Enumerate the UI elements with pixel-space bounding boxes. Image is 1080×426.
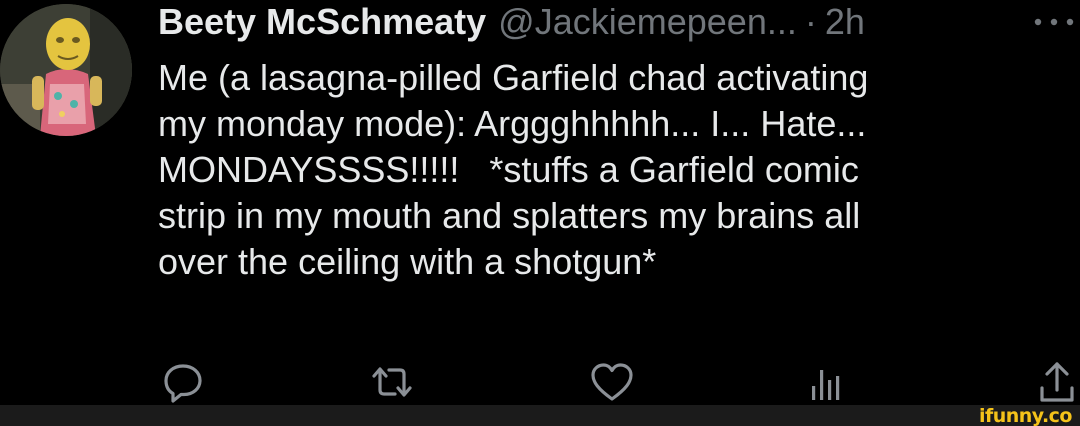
more-icon[interactable]	[1028, 12, 1080, 32]
retweet-icon	[372, 367, 412, 397]
heart-icon	[591, 363, 633, 401]
views-icon	[812, 370, 840, 400]
avatar[interactable]	[0, 4, 132, 136]
share-icon	[1040, 362, 1074, 402]
avatar-image	[0, 4, 132, 136]
display-name[interactable]: Beety McSchmeaty	[158, 0, 486, 44]
tweet: Beety McSchmeaty @Jackiemepeen... · 2h M…	[0, 0, 1080, 405]
tweet-text: Me (a lasagna-pilled Garfield chad activ…	[158, 57, 869, 282]
watermark-bar: ifunny.co	[0, 405, 1080, 426]
views-button[interactable]	[806, 360, 846, 404]
like-button[interactable]	[588, 360, 636, 404]
share-button[interactable]	[1034, 360, 1080, 404]
timestamp[interactable]: 2h	[825, 0, 865, 44]
user-handle[interactable]: @Jackiemepeen...	[498, 0, 797, 44]
separator-dot: ·	[804, 1, 817, 42]
reply-icon	[164, 364, 202, 403]
reply-button[interactable]	[160, 360, 206, 404]
retweet-button[interactable]	[367, 360, 417, 404]
tweet-header: Beety McSchmeaty @Jackiemepeen... · 2h	[158, 0, 865, 44]
tweet-actions	[0, 360, 1080, 404]
ifunny-logo: ifunny.co	[978, 404, 1073, 426]
